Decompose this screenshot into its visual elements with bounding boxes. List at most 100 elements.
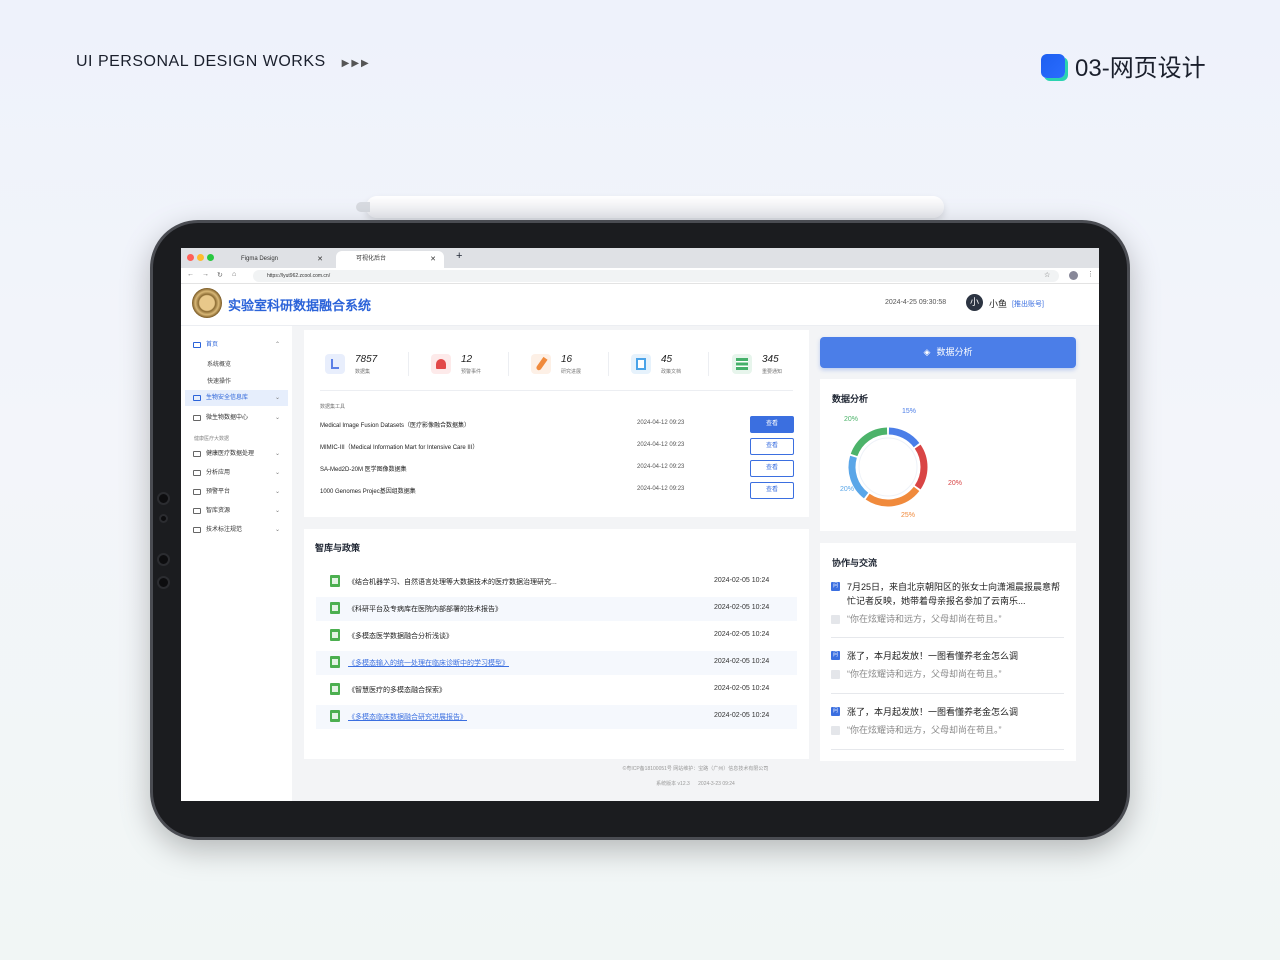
divider [708, 352, 709, 376]
chevron-down-icon: ⌄ [274, 451, 280, 457]
question-icon: 问 [831, 582, 840, 591]
sidebar-item-standard[interactable]: 技术标注规范 ⌄ [185, 522, 288, 538]
tablet-button [157, 492, 170, 505]
minimize-window-icon[interactable] [197, 254, 204, 261]
datasets-section-label: 数据集工具 [320, 404, 346, 410]
donut-slice[interactable] [850, 427, 888, 457]
tablet-button [157, 553, 170, 566]
collab-item[interactable]: 问 7月25日，来自北京朝阳区的张女士向潇湘晨报晨意帮忙记者反映，她带着母亲报名… [831, 580, 1061, 630]
url-input[interactable]: https://lyut962.zcool.com.cn/ [253, 270, 1059, 282]
answer-icon [831, 670, 840, 679]
sidebar-sub-overview[interactable]: 系统概览 [207, 359, 231, 368]
view-button[interactable]: 查看 [750, 482, 794, 499]
donut-slice[interactable] [914, 444, 928, 490]
slice-label: 15% [902, 408, 916, 415]
tab-figma[interactable]: Figma Design ✕ [221, 251, 331, 268]
sidebar-item-health[interactable]: 健康医疗数据处理 ⌄ [185, 446, 288, 462]
home-menu-icon [193, 342, 201, 348]
close-tab-icon[interactable]: ✕ [430, 251, 436, 268]
view-button[interactable]: 查看 [750, 438, 794, 455]
chevron-down-icon: ⌄ [274, 489, 280, 495]
divider [831, 637, 1064, 638]
layers-icon: ◈ [923, 347, 931, 357]
policy-row[interactable]: 《多模态临床数据融合研究进展报告》 2024-02-05 10:24 [316, 705, 797, 729]
forward-icon[interactable]: → [202, 271, 209, 278]
database-icon [193, 451, 201, 457]
sidebar-item-home[interactable]: 首页 ⌃ [185, 337, 288, 353]
policy-title: 智库与政策 [315, 543, 361, 553]
username: 小鱼 [989, 299, 1008, 309]
divider [320, 390, 793, 391]
divider [831, 749, 1064, 750]
footer-version: 系统版本 v12.3 2024-3-23 09:24 [656, 781, 735, 787]
chevron-down-icon: ⌄ [274, 395, 280, 401]
sidebar-item-micro[interactable]: 微生物数据中心 ⌄ [185, 410, 288, 426]
chevron-down-icon: ⌄ [274, 415, 280, 421]
divider [608, 352, 609, 376]
divider [831, 693, 1064, 694]
chevron-down-icon: ⌄ [274, 508, 280, 514]
chevron-up-icon: ⌃ [274, 342, 280, 348]
close-window-icon[interactable] [187, 254, 194, 261]
close-tab-icon[interactable]: ✕ [317, 251, 323, 268]
donut-chart: 15% 20% 25% 20% 20% [840, 408, 962, 519]
document-icon [330, 629, 340, 641]
chevron-down-icon: ⌄ [274, 527, 280, 533]
tablet-screen: Figma Design ✕ 可视化后台 ✕ + ← → ↻ ⌂ https://l… [181, 248, 1099, 801]
avatar[interactable]: 小 [966, 294, 983, 311]
policy-row[interactable]: 《科研平台及专病库在医院内部部署的技术报告》 2024-02-05 10:24 [316, 597, 797, 621]
policy-row[interactable]: 《智慧医疗的多模态融合探索》 2024-02-05 10:24 [316, 678, 797, 702]
policy-row[interactable]: 《多模态医学数据融合分析浅谈》 2024-02-05 10:24 [316, 624, 797, 648]
frame-left-title: UI PERSONAL DESIGN WORKS ▶▶▶ [76, 53, 371, 70]
view-button[interactable]: 查看 [750, 416, 794, 433]
reload-icon[interactable]: ↻ [217, 271, 223, 279]
question-icon: 问 [831, 651, 840, 660]
back-icon[interactable]: ← [187, 271, 194, 278]
database-icon [193, 415, 201, 421]
datetime: 2024-4-25 09:30:58 [885, 299, 947, 306]
tablet-button [157, 576, 170, 589]
database-icon [193, 470, 201, 476]
donut-inner-ring [858, 437, 918, 497]
profile-icon[interactable] [1069, 271, 1078, 280]
logout-link[interactable]: [推出账号] [1012, 299, 1044, 309]
dataset-row: 1000 Genomes Projec基因组数据集 2024-04-12 09:2… [320, 482, 796, 500]
tab-dashboard[interactable]: 可视化后台 ✕ [336, 251, 444, 268]
database-icon [193, 527, 201, 533]
sidebar-item-bio[interactable]: 生物安全信息库 ⌄ [185, 390, 288, 406]
sidebar-item-warning[interactable]: 预警平台 ⌄ [185, 484, 288, 500]
footer: ©粤ICP备18100051号 网站维护：宝路（广州）信息技术有限公司 系统版本… [292, 765, 1099, 787]
document-icon [330, 656, 340, 668]
document-icon [330, 602, 340, 614]
slice-label: 20% [948, 480, 962, 487]
collab-item[interactable]: 问 涨了，本月起发放！一图看懂养老金怎么调 “你在炫耀诗和远方，父母却尚在苟且。… [831, 649, 1061, 683]
analysis-card: 数据分析 15% 20% 25% 20% 20% [820, 379, 1076, 531]
slice-label: 20% [844, 416, 858, 423]
home-icon[interactable]: ⌂ [232, 271, 236, 278]
policy-row[interactable]: 《多模态输入的统一处理在临床诊断中的学习模型》 2024-02-05 10:24 [316, 651, 797, 675]
new-tab-icon[interactable]: + [456, 250, 462, 262]
data-analysis-button[interactable]: ◈ 数据分析 [820, 337, 1076, 368]
maximize-window-icon[interactable] [207, 254, 214, 261]
sidebar-sub-quick[interactable]: 快速操作 [207, 376, 231, 385]
star-icon[interactable]: ☆ [1044, 271, 1050, 279]
tablet-camera [159, 514, 168, 523]
bar-chart-icon [325, 354, 345, 374]
dataset-row: SA-Med2D-20M 医学图像数据集 2024-04-12 09:23 查看 [320, 460, 796, 478]
sidebar-item-analysis[interactable]: 分析应用 ⌄ [185, 465, 288, 481]
stylus-pencil [356, 196, 944, 218]
brand-square-icon [1041, 53, 1065, 78]
collab-item[interactable]: 问 涨了，本月起发放！一图看懂养老金怎么调 “你在炫耀诗和远方，父母却尚在苟且。… [831, 705, 1061, 739]
sidebar-item-think[interactable]: 智库资源 ⌄ [185, 503, 288, 519]
document-icon [631, 354, 651, 374]
database-icon [193, 489, 201, 495]
overview-card: 7857 数据集 12 预警事件 16 研究进展 45 政策文档 345 重要通知 数据集… [304, 330, 809, 517]
dataset-row: MIMIC-III（Medical Information Mart for I… [320, 438, 796, 456]
policy-row[interactable]: 《结合机器学习、自然语言处理等大数据技术的医疗数据治理研究... 2024-02-… [316, 570, 797, 594]
database-icon [193, 508, 201, 514]
view-button[interactable]: 查看 [750, 460, 794, 477]
app-header: 实验室科研数据融合系统 2024-4-25 09:30:58 小 小鱼 [推出账… [181, 284, 1099, 326]
app-title: 实验室科研数据融合系统 [228, 298, 372, 313]
menu-icon[interactable]: ⋮ [1087, 270, 1094, 278]
sidebar: 首页 ⌃ 系统概览 快速操作 生物安全信息库 ⌄ 微生物数据中心 ⌄ 健康医疗大数据 … [181, 326, 292, 801]
